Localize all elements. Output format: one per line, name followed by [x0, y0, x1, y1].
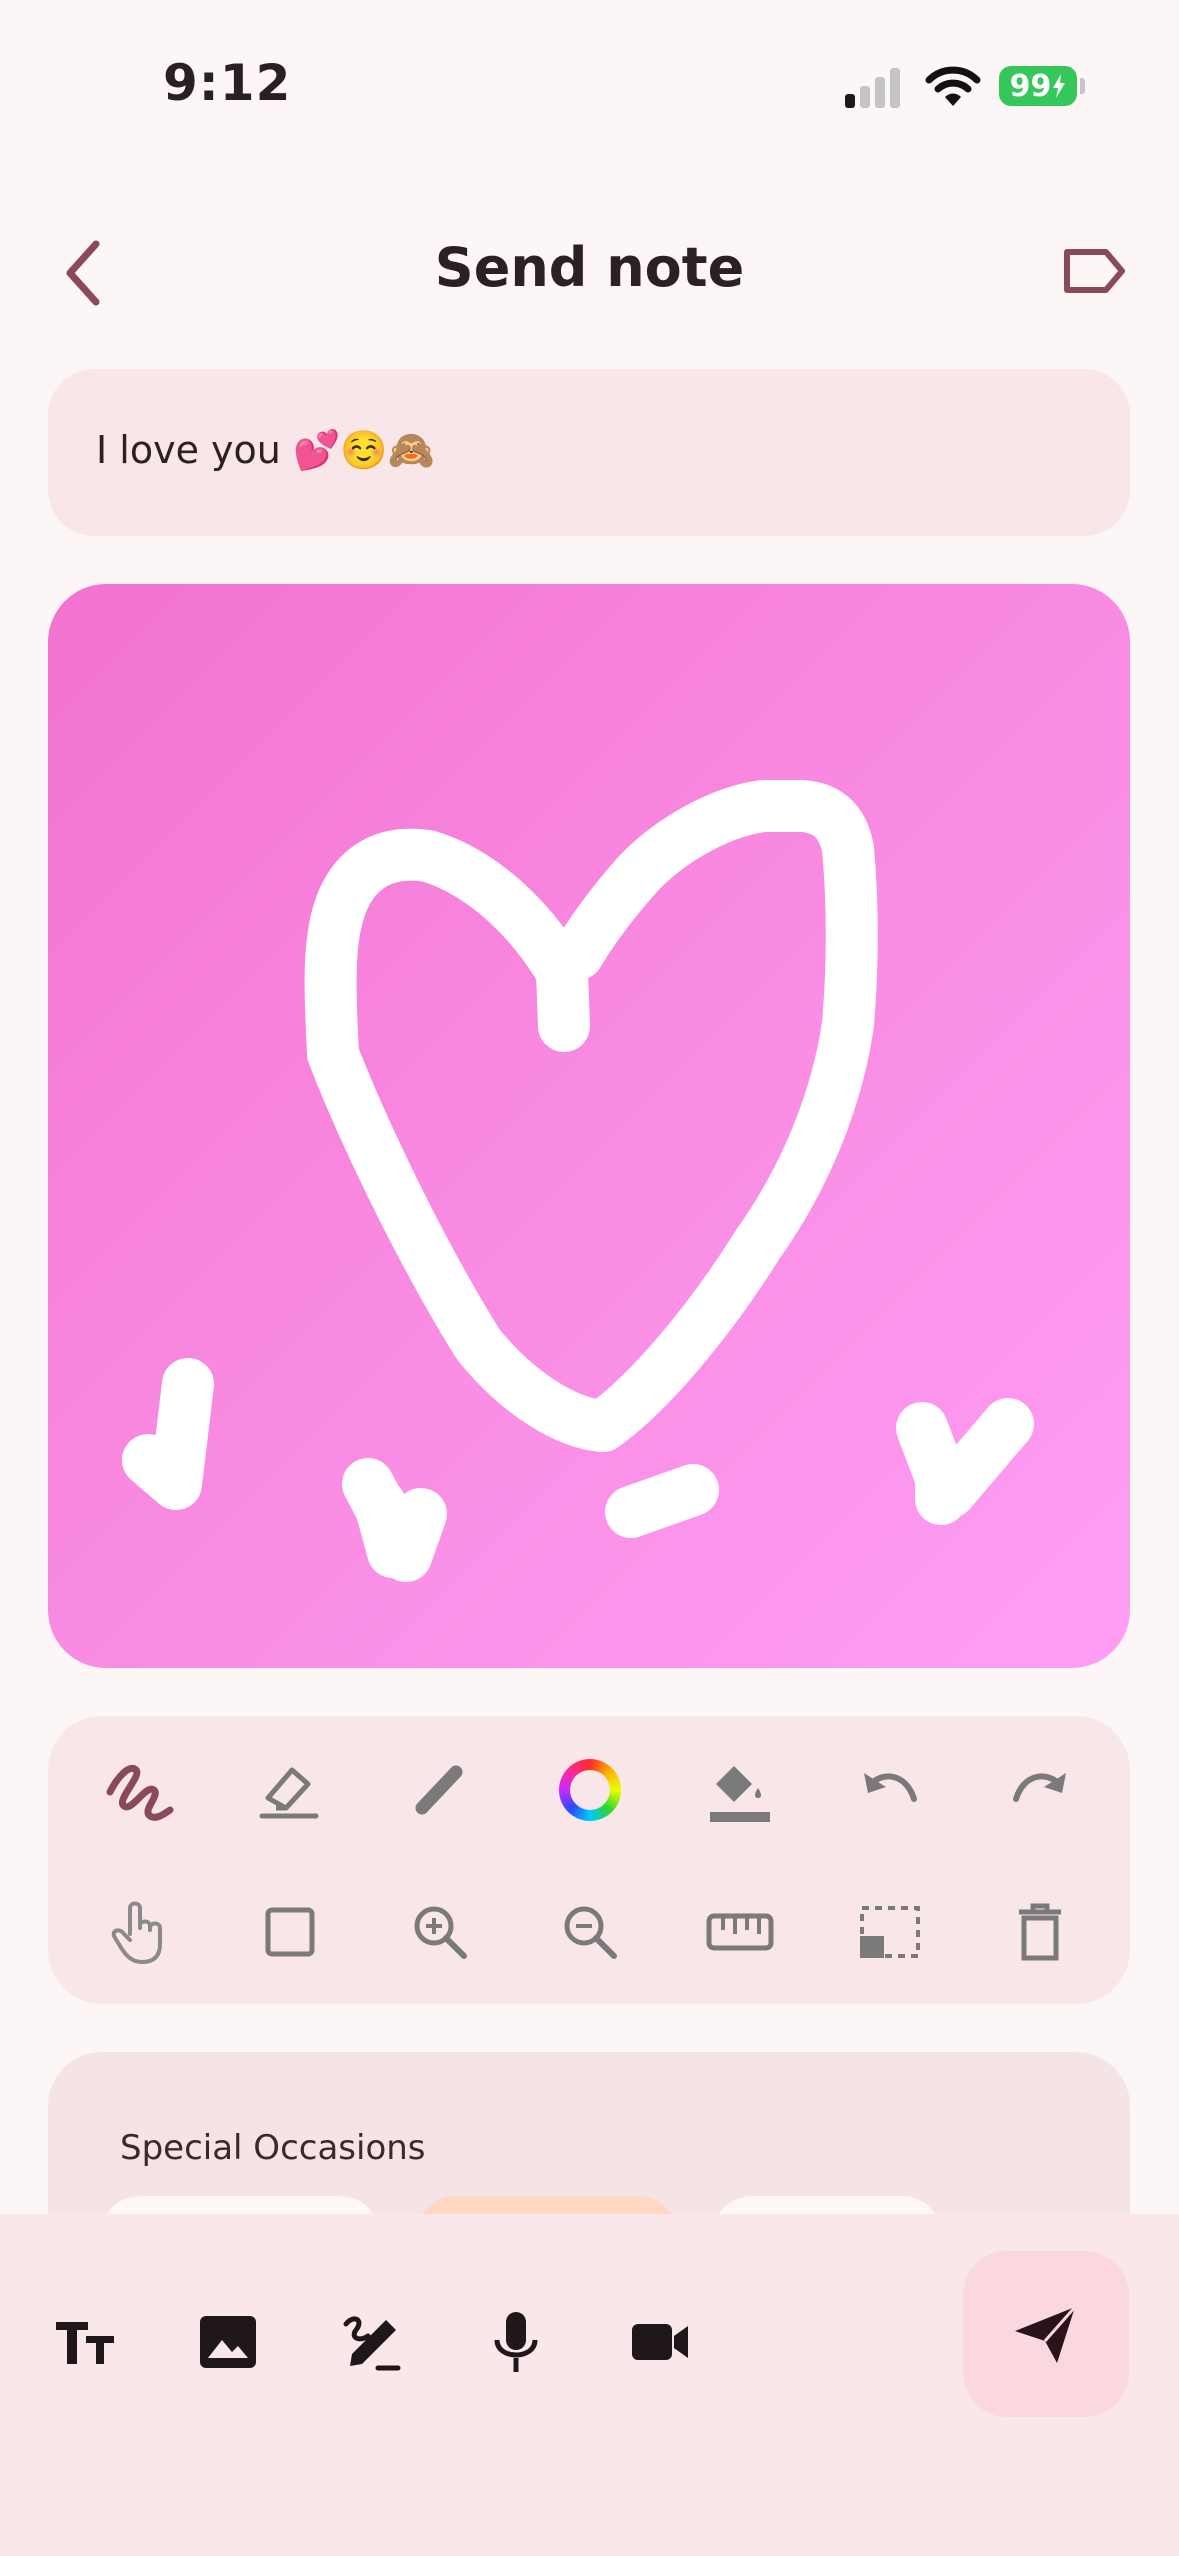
- redo-icon[interactable]: [1000, 1750, 1080, 1830]
- send-icon: [1015, 2306, 1077, 2363]
- cellular-signal-icon: [845, 68, 900, 108]
- battery-tip: [1080, 78, 1085, 94]
- select-area-icon[interactable]: [850, 1892, 930, 1972]
- handwriting-icon[interactable]: [332, 2302, 412, 2382]
- pencil-icon[interactable]: [400, 1750, 480, 1830]
- image-icon[interactable]: [188, 2302, 268, 2382]
- shape-icon[interactable]: [250, 1892, 330, 1972]
- ruler-icon[interactable]: [700, 1892, 780, 1972]
- drawing-canvas[interactable]: [48, 584, 1130, 1668]
- undo-icon[interactable]: [850, 1750, 930, 1830]
- touch-icon[interactable]: [100, 1892, 180, 1972]
- eraser-icon[interactable]: [250, 1750, 330, 1830]
- drawing-strokes: [122, 780, 1034, 1582]
- zoom-in-icon[interactable]: [400, 1892, 480, 1972]
- charging-bolt-icon: [1053, 74, 1066, 98]
- battery-level: 99: [1009, 68, 1052, 104]
- battery-indicator: 99: [999, 66, 1077, 106]
- trash-icon[interactable]: [1000, 1892, 1080, 1972]
- page-title: Send note: [434, 236, 745, 299]
- wifi-icon: [925, 66, 981, 106]
- color-wheel-icon[interactable]: [550, 1750, 630, 1830]
- status-time: 9:12: [163, 54, 292, 112]
- zoom-out-icon[interactable]: [550, 1892, 630, 1972]
- microphone-icon[interactable]: [476, 2302, 556, 2382]
- send-button[interactable]: [963, 2251, 1129, 2417]
- special-occasions-title: Special Occasions: [120, 2128, 426, 2168]
- message-text: I love you 💕☺️🙈: [96, 428, 435, 472]
- brush-icon[interactable]: [100, 1750, 180, 1830]
- text-size-icon[interactable]: [44, 2302, 124, 2382]
- fill-bucket-icon[interactable]: [700, 1750, 780, 1830]
- tag-icon[interactable]: [1062, 246, 1128, 296]
- video-icon[interactable]: [620, 2302, 700, 2382]
